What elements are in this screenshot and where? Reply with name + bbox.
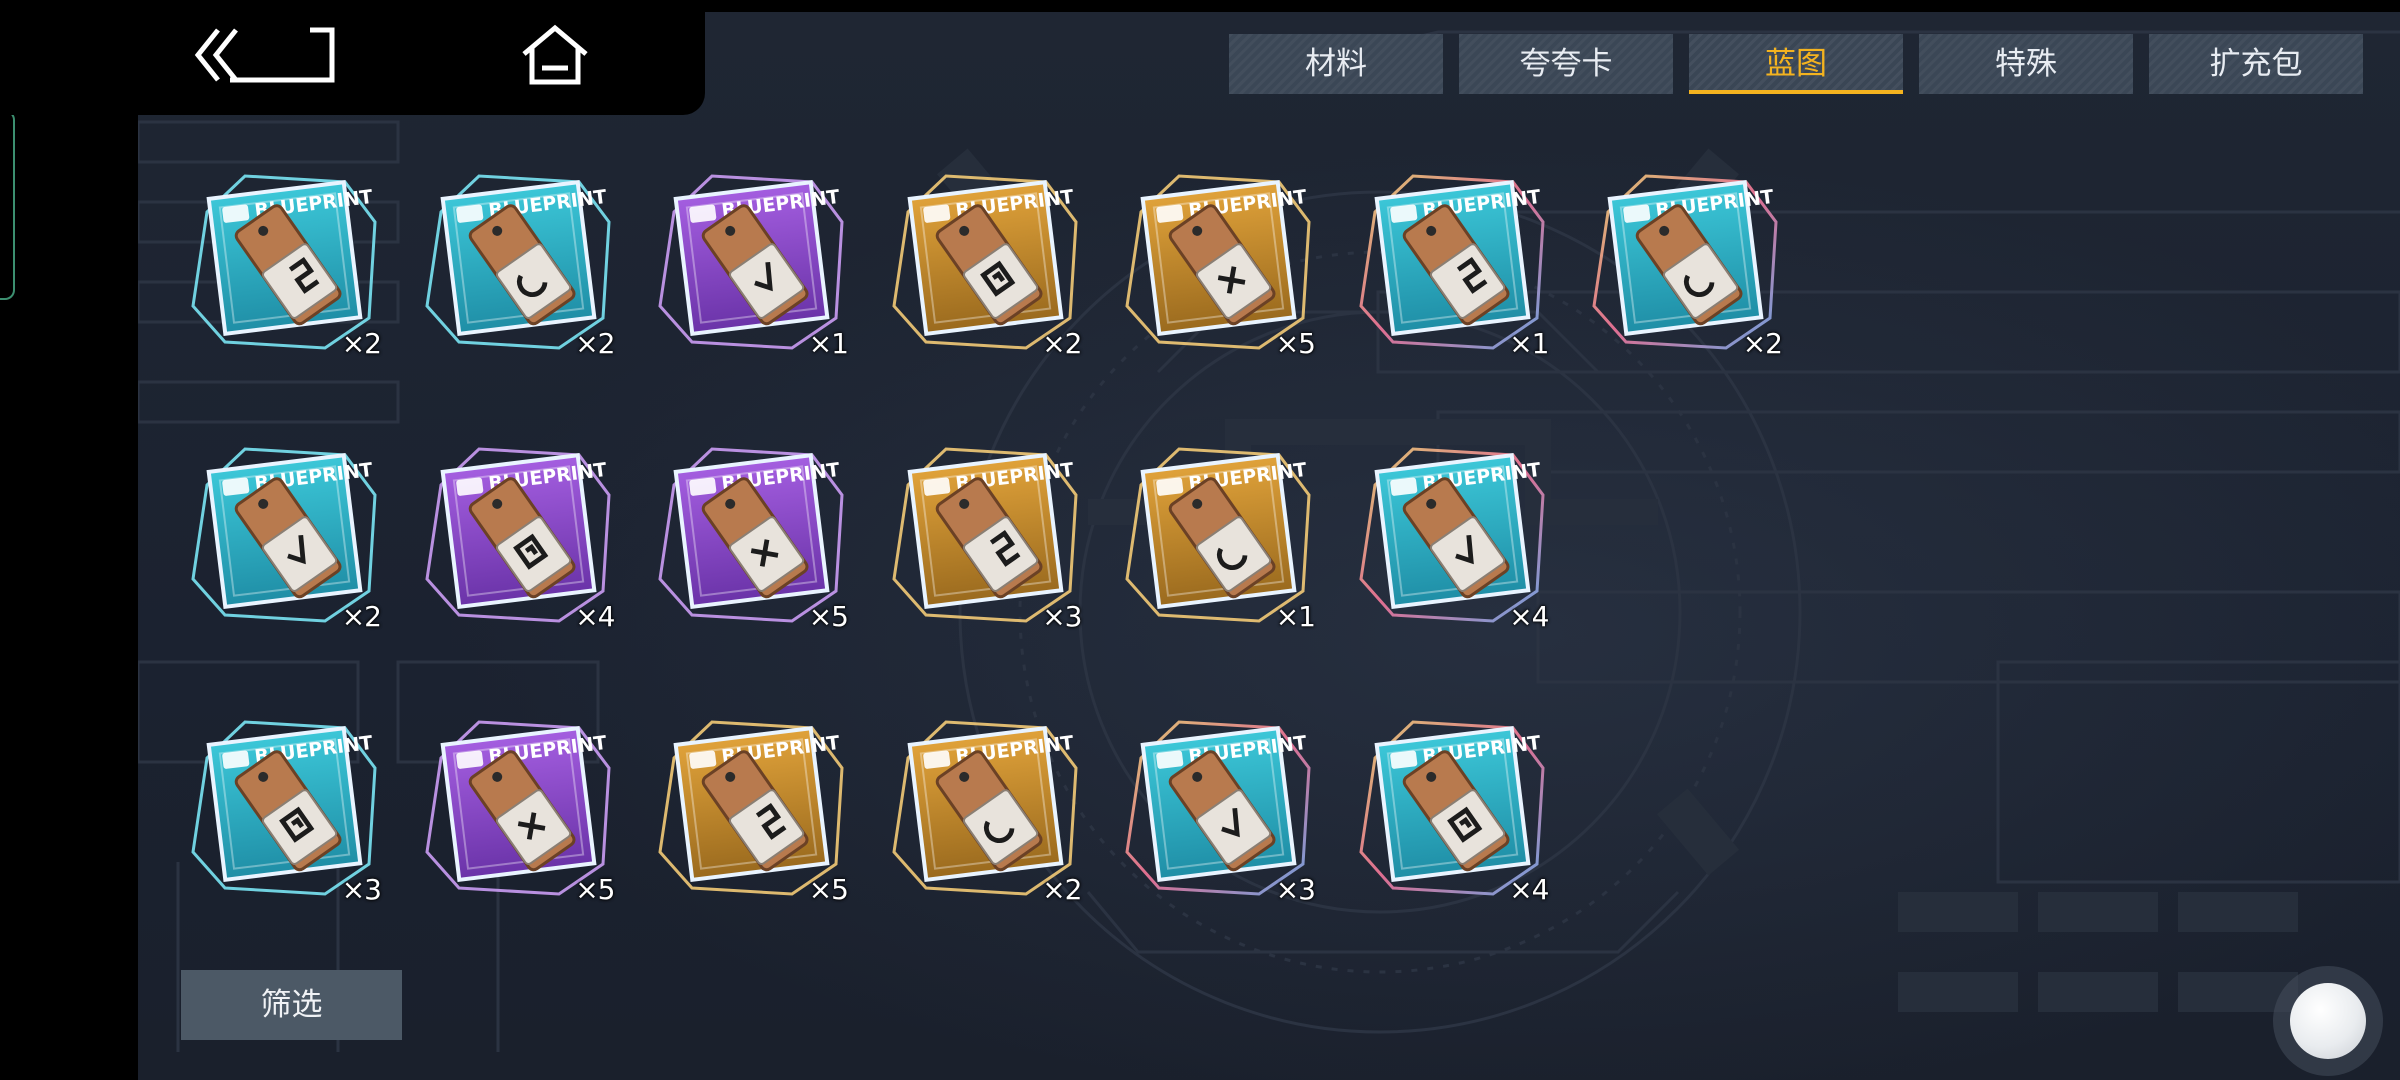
blueprint-item[interactable]: BLUEPRINT ×3: [1119, 716, 1319, 906]
tab-blueprints[interactable]: 蓝图: [1689, 34, 1903, 94]
item-count: ×2: [1742, 327, 1783, 360]
home-icon: [522, 24, 588, 85]
blueprint-item[interactable]: BLUEPRINT ×1: [652, 170, 852, 360]
double-chevron-left-icon: [194, 27, 335, 83]
side-drawer-handle[interactable]: [0, 110, 15, 300]
blueprint-item[interactable]: BLUEPRINT ×5: [652, 443, 852, 633]
item-count: ×5: [808, 600, 849, 633]
blueprint-item[interactable]: BLUEPRINT ×3: [185, 716, 385, 906]
item-count: ×2: [575, 327, 615, 360]
item-count: ×1: [1275, 600, 1316, 633]
blueprint-item[interactable]: BLUEPRINT ×2: [419, 170, 619, 360]
item-count: ×3: [1042, 600, 1082, 633]
blueprint-item[interactable]: BLUEPRINT ×2: [1586, 170, 1786, 360]
blueprint-item[interactable]: BLUEPRINT ×2: [185, 443, 385, 633]
blueprint-item[interactable]: BLUEPRINT ×1: [1119, 443, 1319, 633]
blueprint-item[interactable]: BLUEPRINT ×2: [886, 170, 1086, 360]
floating-assist-button[interactable]: [2273, 966, 2383, 1076]
filter-button[interactable]: 筛选: [181, 970, 402, 1040]
item-count: ×5: [1275, 327, 1316, 360]
item-count: ×3: [341, 873, 382, 906]
item-count: ×1: [1509, 327, 1549, 360]
item-count: ×1: [808, 327, 849, 360]
tab-praise-cards[interactable]: 夸夸卡: [1459, 34, 1673, 94]
item-count: ×2: [341, 600, 382, 633]
item-count: ×5: [808, 873, 849, 906]
item-count: ×4: [1509, 600, 1549, 633]
blueprint-item[interactable]: BLUEPRINT ×5: [419, 716, 619, 906]
tab-materials[interactable]: 材料: [1229, 34, 1443, 94]
item-count: ×2: [1042, 873, 1082, 906]
left-bezel: [0, 0, 138, 1080]
item-count: ×4: [575, 600, 615, 633]
blueprint-item[interactable]: BLUEPRINT ×2: [185, 170, 385, 360]
back-button[interactable]: [190, 22, 340, 88]
item-count: ×3: [1275, 873, 1316, 906]
item-count: ×2: [341, 327, 382, 360]
blueprint-item[interactable]: BLUEPRINT ×4: [1353, 716, 1553, 906]
blueprint-item[interactable]: BLUEPRINT ×5: [1119, 170, 1319, 360]
blueprint-item[interactable]: BLUEPRINT ×4: [419, 443, 619, 633]
floating-assist-icon: [2290, 983, 2366, 1059]
top-left-nav-bar: [0, 0, 705, 115]
item-count: ×4: [1509, 873, 1549, 906]
item-count: ×2: [1042, 327, 1082, 360]
blueprint-item[interactable]: BLUEPRINT ×3: [886, 443, 1086, 633]
blueprint-item[interactable]: BLUEPRINT ×1: [1353, 170, 1553, 360]
tab-expansion-packs[interactable]: 扩充包: [2149, 34, 2363, 94]
blueprint-item[interactable]: BLUEPRINT ×2: [886, 716, 1086, 906]
tab-special[interactable]: 特殊: [1919, 34, 2133, 94]
blueprint-inventory-screen: 材料 夸夸卡 蓝图 特殊 扩充包 BLUEPRINT ×2 BLUEPRINT ×2 B…: [0, 0, 2400, 1080]
home-button[interactable]: [520, 22, 590, 88]
blueprint-item[interactable]: BLUEPRINT ×4: [1353, 443, 1553, 633]
blueprint-item[interactable]: BLUEPRINT ×5: [652, 716, 852, 906]
item-count: ×5: [575, 873, 615, 906]
